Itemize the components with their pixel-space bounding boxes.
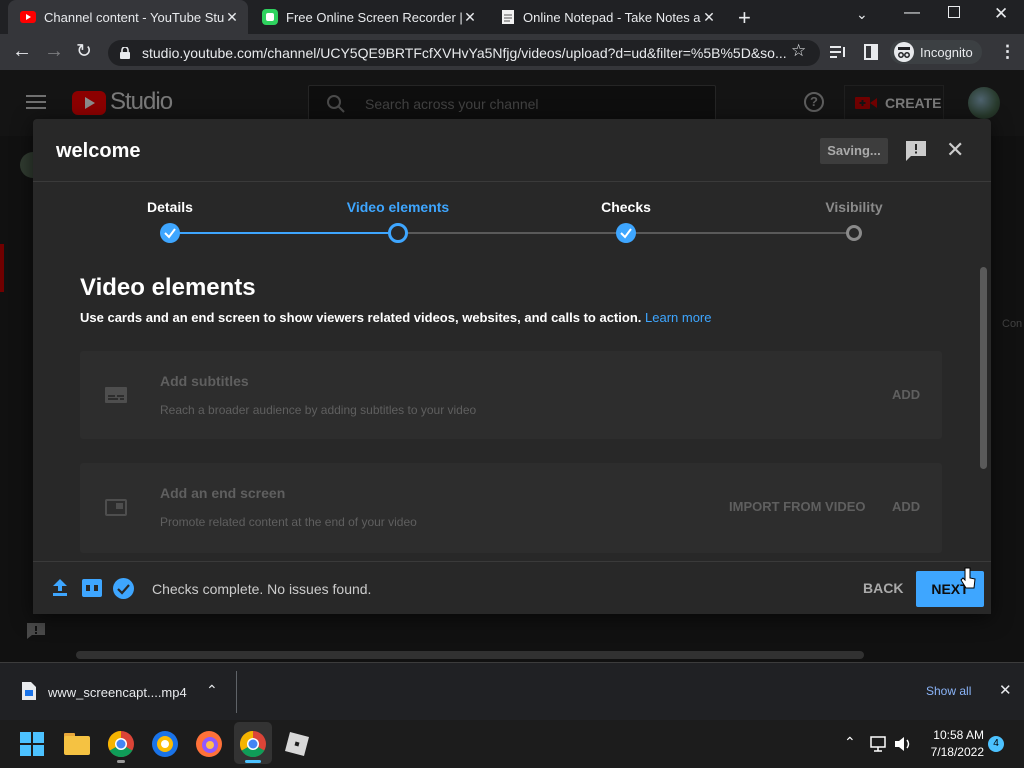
footer-status-text: Checks complete. No issues found.	[152, 581, 372, 597]
volume-icon[interactable]	[895, 736, 913, 752]
download-options-chevron-icon[interactable]: ⌃	[206, 682, 218, 699]
section-heading: Video elements	[80, 274, 256, 301]
url-text: studio.youtube.com/channel/UCY5QE9BRTFcf…	[142, 45, 787, 61]
step-label-video-elements[interactable]: Video elements	[328, 199, 468, 215]
add-end-screen-button[interactable]: ADD	[892, 499, 920, 514]
close-dialog-icon[interactable]: ✕	[946, 137, 964, 163]
end-screen-card: Add an end screen Promote related conten…	[80, 463, 942, 553]
incognito-profile-button[interactable]: Incognito	[890, 40, 982, 64]
hd-processing-icon	[82, 579, 102, 597]
upload-dialog: welcome Saving... ✕ Details Video elemen…	[33, 119, 991, 614]
step-label-visibility[interactable]: Visibility	[784, 199, 924, 215]
description-text: Use cards and an end screen to show view…	[80, 310, 642, 325]
tab-screen-recorder[interactable]: Free Online Screen Recorder | Online ✕	[250, 0, 486, 34]
new-tab-icon[interactable]: +	[738, 5, 751, 31]
minimize-window-icon[interactable]: —	[904, 4, 920, 22]
tab-close-icon[interactable]: ✕	[701, 9, 717, 26]
header-divider	[33, 181, 991, 182]
side-panel-icon[interactable]	[864, 44, 878, 60]
back-button[interactable]: BACK	[863, 580, 903, 596]
active-indicator	[245, 760, 261, 763]
step-pending-icon[interactable]	[845, 224, 863, 242]
tab-youtube-studio[interactable]: Channel content - YouTube Studio ✕	[8, 0, 248, 34]
reload-icon[interactable]: ↻	[76, 40, 92, 63]
browser-menu-icon[interactable]: ⋮	[999, 42, 1016, 62]
tab-close-icon[interactable]: ✕	[462, 9, 478, 26]
notification-count-badge[interactable]: 4	[988, 736, 1004, 752]
file-explorer-icon[interactable]	[64, 733, 90, 755]
card-subtitle: Promote related content at the end of yo…	[160, 515, 417, 529]
step-done-check-icon[interactable]	[616, 223, 636, 243]
roblox-icon[interactable]	[285, 732, 309, 756]
step-label-details[interactable]: Details	[100, 199, 240, 215]
tab-close-icon[interactable]: ✕	[224, 9, 240, 26]
lock-icon	[120, 47, 130, 59]
video-file-icon	[22, 682, 36, 700]
learn-more-link[interactable]: Learn more	[645, 310, 711, 325]
saving-status-badge: Saving...	[820, 138, 888, 164]
youtube-favicon-icon	[20, 11, 36, 23]
network-icon[interactable]	[870, 736, 890, 752]
clock-date[interactable]: 7/18/2022	[922, 745, 984, 759]
content-scrollbar[interactable]	[980, 267, 987, 469]
end-screen-icon	[105, 499, 127, 516]
chrome-icon[interactable]	[108, 731, 134, 757]
upload-icon	[53, 579, 67, 596]
tab-title: Channel content - YouTube Studio	[44, 9, 224, 25]
step-connector-done	[170, 232, 398, 234]
tab-online-notepad[interactable]: Online Notepad - Take Notes and ✕	[489, 0, 725, 34]
address-bar[interactable]: studio.youtube.com/channel/UCY5QE9BRTFcf…	[108, 40, 820, 66]
media-playlist-icon[interactable]	[830, 45, 846, 59]
report-issue-icon[interactable]	[906, 141, 926, 161]
close-window-icon[interactable]: ✕	[994, 4, 1008, 24]
dialog-title: welcome	[56, 140, 141, 162]
notepad-favicon-icon	[502, 10, 514, 24]
clock-time[interactable]: 10:58 AM	[928, 728, 984, 742]
close-download-shelf-icon[interactable]: ✕	[999, 681, 1012, 699]
mouse-cursor-hand-icon	[960, 567, 976, 589]
tab-title: Free Online Screen Recorder | Online	[286, 9, 462, 25]
tab-search-chevron-icon[interactable]: ⌄	[856, 6, 868, 23]
import-from-video-button[interactable]: IMPORT FROM VIDEO	[729, 499, 866, 514]
subtitles-icon	[105, 387, 127, 403]
card-subtitle: Reach a broader audience by adding subti…	[160, 403, 477, 417]
tray-overflow-chevron-icon[interactable]: ⌃	[844, 734, 856, 751]
step-current-icon[interactable]	[387, 222, 409, 244]
restore-window-icon[interactable]	[948, 6, 960, 18]
screen-recorder-favicon-icon	[262, 9, 278, 25]
section-description: Use cards and an end screen to show view…	[80, 310, 711, 325]
chrome-active-icon[interactable]	[240, 731, 266, 757]
firefox-icon[interactable]	[196, 731, 222, 757]
windows-start-icon[interactable]	[20, 732, 44, 756]
bookmark-star-icon[interactable]: ☆	[791, 41, 806, 61]
show-all-downloads-link[interactable]: Show all	[926, 684, 971, 698]
subtitles-card: Add subtitles Reach a broader audience b…	[80, 351, 942, 439]
profile-label: Incognito	[920, 44, 973, 60]
running-indicator	[117, 760, 125, 763]
chrome-canary-icon[interactable]	[152, 731, 178, 757]
download-filename[interactable]: www_screencapt....mp4	[48, 685, 187, 700]
back-arrow-icon[interactable]: ←	[12, 40, 32, 63]
download-divider	[236, 671, 237, 713]
card-title: Add an end screen	[160, 485, 286, 501]
card-title: Add subtitles	[160, 373, 249, 389]
tab-title: Online Notepad - Take Notes and	[523, 9, 701, 25]
checks-complete-icon	[113, 578, 134, 599]
incognito-icon	[894, 42, 914, 62]
step-label-checks[interactable]: Checks	[556, 199, 696, 215]
forward-arrow-icon[interactable]: →	[44, 40, 64, 63]
step-done-check-icon[interactable]	[160, 223, 180, 243]
add-subtitles-button[interactable]: ADD	[892, 387, 920, 402]
